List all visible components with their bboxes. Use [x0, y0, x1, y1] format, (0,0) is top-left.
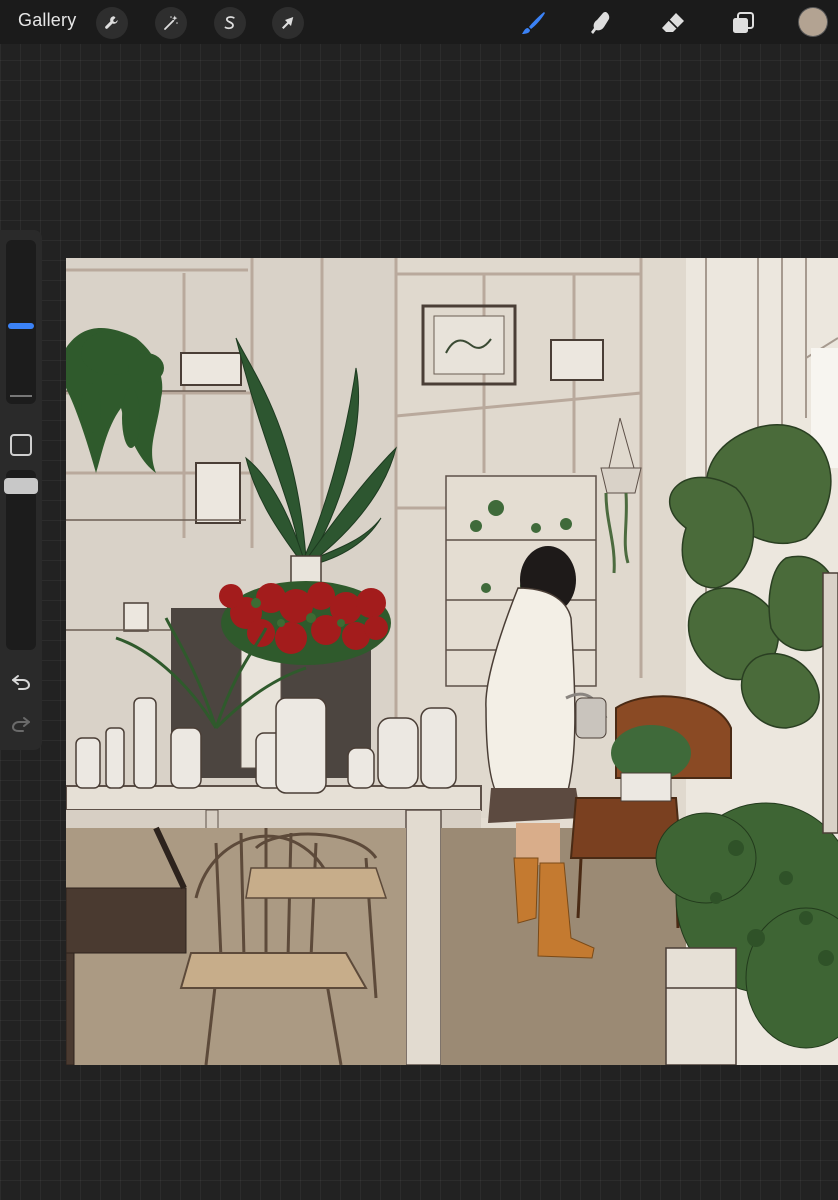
- brush-icon: [522, 12, 545, 34]
- left-sidebar: [0, 230, 42, 750]
- selection-button[interactable]: [214, 7, 246, 39]
- brush-size-thumb[interactable]: [8, 323, 34, 329]
- opacity-slider[interactable]: [4, 470, 38, 650]
- transform-button[interactable]: [272, 7, 304, 39]
- top-toolbar: Gallery: [0, 0, 838, 44]
- redo-icon[interactable]: [9, 712, 33, 736]
- adjustments-button[interactable]: [155, 7, 187, 39]
- eraser-icon: [662, 13, 684, 32]
- magic-wand-icon: [164, 15, 178, 30]
- opacity-thumb[interactable]: [4, 478, 38, 494]
- selection-s-icon: [224, 16, 235, 30]
- cursor-arrow-icon: [282, 17, 294, 29]
- gallery-button[interactable]: Gallery: [18, 10, 76, 31]
- layers-icon: [733, 12, 754, 33]
- artwork-illustration: [66, 258, 838, 1065]
- brush-tool[interactable]: [516, 6, 550, 40]
- color-picker-button[interactable]: [799, 8, 827, 36]
- smudge-icon: [591, 12, 610, 34]
- slider-tick: [10, 395, 32, 397]
- brush-size-slider[interactable]: [6, 240, 36, 404]
- smudge-tool[interactable]: [585, 6, 619, 40]
- modify-button[interactable]: [10, 434, 32, 456]
- actions-button[interactable]: [96, 7, 128, 39]
- eraser-tool[interactable]: [656, 6, 690, 40]
- layers-button[interactable]: [726, 6, 760, 40]
- undo-icon[interactable]: [9, 670, 33, 694]
- wrench-icon: [105, 16, 118, 29]
- drawing-canvas[interactable]: [66, 258, 838, 1065]
